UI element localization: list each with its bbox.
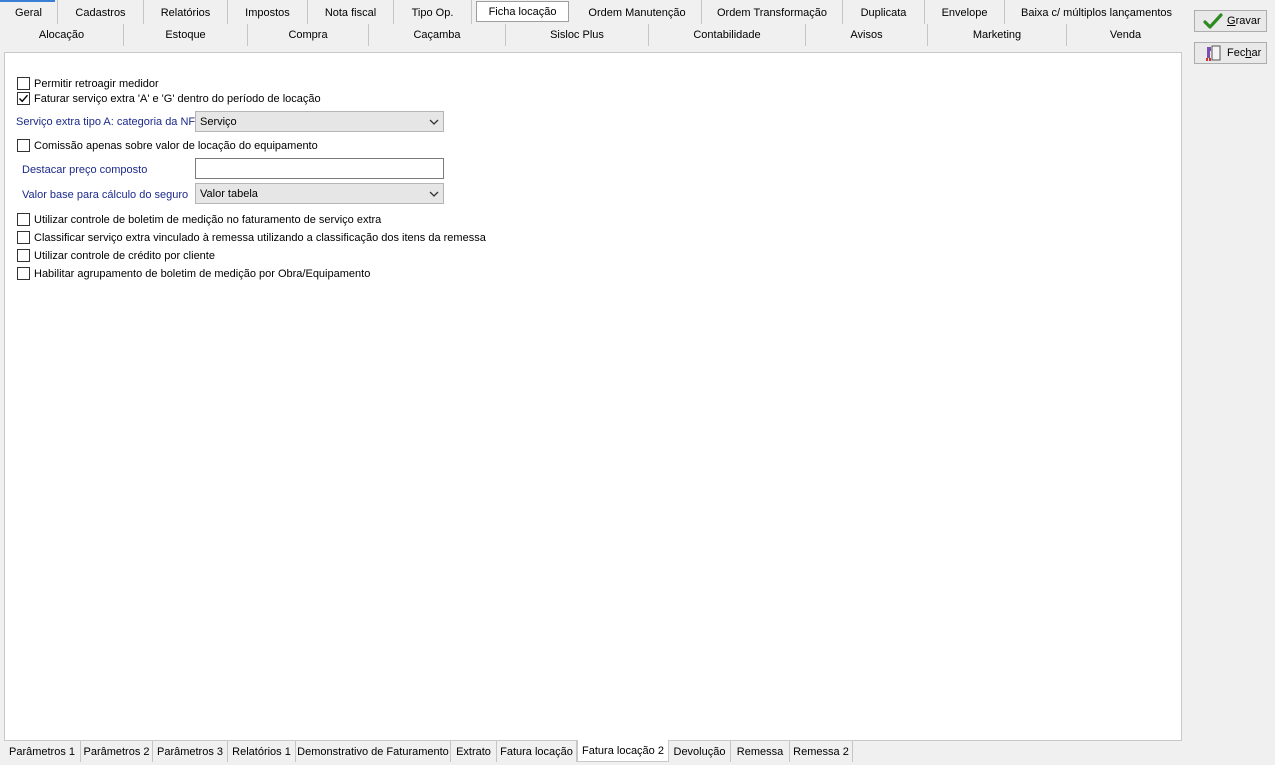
valor-base-select[interactable]: Valor tabela [195, 183, 444, 204]
chevron-down-icon [429, 119, 439, 125]
tab-venda[interactable]: Venda [1067, 24, 1184, 46]
door-exit-icon [1206, 45, 1221, 61]
tab-extrato[interactable]: Extrato [451, 741, 497, 762]
tab-relatorios-1[interactable]: Relatórios 1 [228, 741, 296, 762]
destacar-input[interactable] [195, 158, 444, 179]
tab-remessa-2[interactable]: Remessa 2 [790, 741, 853, 762]
tab-alocacao[interactable]: Alocação [0, 24, 124, 46]
tab-impostos[interactable]: Impostos [228, 0, 308, 24]
checkbox-label: Habilitar agrupamento de boletim de medi… [34, 267, 371, 280]
tab-compra[interactable]: Compra [248, 24, 369, 46]
tab-sisloc-plus[interactable]: Sisloc Plus [506, 24, 649, 46]
tab-parametros-3[interactable]: Parâmetros 3 [153, 741, 228, 762]
checkbox-label: Permitir retroagir medidor [34, 77, 159, 90]
checkbox-label: Utilizar controle de boletim de medição … [34, 213, 382, 226]
select-value: Valor tabela [200, 187, 258, 200]
checkbox-label: Comissão apenas sobre valor de locação d… [34, 139, 318, 152]
tab-estoque[interactable]: Estoque [124, 24, 248, 46]
checkbox-row-credito[interactable]: Utilizar controle de crédito por cliente [17, 249, 215, 262]
tab-ordem-transformacao[interactable]: Ordem Transformação [702, 0, 843, 24]
checkbox-row-faturar-extra[interactable]: Faturar serviço extra 'A' e 'G' dentro d… [17, 92, 321, 105]
tab-cacamba[interactable]: Caçamba [369, 24, 506, 46]
tab-baixa-multiplos[interactable]: Baixa c/ múltiplos lançamentos [1005, 0, 1188, 24]
checkbox-retroagir[interactable] [17, 77, 30, 90]
close-button-label: Fechar [1227, 47, 1262, 59]
tab-fatura-locacao[interactable]: Fatura locação [497, 741, 577, 762]
checkbox-classificar[interactable] [17, 231, 30, 244]
save-button-label: Gravar [1227, 15, 1261, 27]
checkbox-agrupamento[interactable] [17, 267, 30, 280]
servico-extra-select[interactable]: Serviço [195, 111, 444, 132]
tab-fatura-locacao-2[interactable]: Fatura locação 2 [577, 740, 669, 762]
tab-devolucao[interactable]: Devolução [669, 741, 731, 762]
checkbox-label: Faturar serviço extra 'A' e 'G' dentro d… [34, 92, 321, 105]
tab-demonstrativo-faturamento[interactable]: Demonstrativo de Faturamento [296, 741, 451, 762]
bottom-tab-row: Parâmetros 1 Parâmetros 2 Parâmetros 3 R… [4, 740, 853, 762]
tab-duplicata[interactable]: Duplicata [843, 0, 925, 24]
checkbox-row-classificar[interactable]: Classificar serviço extra vinculado à re… [17, 231, 486, 244]
tab-remessa[interactable]: Remessa [731, 741, 790, 762]
checkbox-comissao[interactable] [17, 139, 30, 152]
checkbox-row-retroagir[interactable]: Permitir retroagir medidor [17, 77, 159, 90]
destacar-label: Destacar preço composto [22, 164, 148, 176]
save-button[interactable]: Gravar [1194, 10, 1267, 32]
checkbox-label: Classificar serviço extra vinculado à re… [34, 231, 486, 244]
checkbox-faturar-extra[interactable] [17, 92, 30, 105]
tab-envelope[interactable]: Envelope [925, 0, 1005, 24]
close-button[interactable]: Fechar [1194, 42, 1267, 64]
valor-base-label: Valor base para cálculo do seguro [22, 189, 189, 201]
tab-parametros-1[interactable]: Parâmetros 1 [4, 741, 81, 762]
servico-extra-label: Serviço extra tipo A: categoria da NF [16, 116, 196, 128]
check-icon [1203, 13, 1223, 29]
settings-panel: Permitir retroagir medidor Faturar servi… [4, 52, 1182, 741]
tab-nota-fiscal[interactable]: Nota fiscal [308, 0, 394, 24]
checkbox-row-comissao[interactable]: Comissão apenas sobre valor de locação d… [17, 139, 318, 152]
select-value: Serviço [200, 115, 237, 128]
tab-avisos[interactable]: Avisos [806, 24, 928, 46]
tab-relatorios[interactable]: Relatórios [144, 0, 228, 24]
tab-cadastros[interactable]: Cadastros [58, 0, 144, 24]
tab-ficha-locacao[interactable]: Ficha locação [476, 1, 569, 22]
checkbox-row-boletim[interactable]: Utilizar controle de boletim de medição … [17, 213, 381, 226]
checkmark-icon [18, 94, 29, 103]
tab-parametros-2[interactable]: Parâmetros 2 [81, 741, 153, 762]
top-tab-row-1: Geral Cadastros Relatórios Impostos Nota… [0, 0, 1184, 24]
tab-contabilidade[interactable]: Contabilidade [649, 24, 806, 46]
checkbox-label: Utilizar controle de crédito por cliente [34, 249, 215, 262]
tab-tipo-op[interactable]: Tipo Op. [394, 0, 472, 24]
tab-geral[interactable]: Geral [0, 0, 58, 24]
tab-ordem-manutencao[interactable]: Ordem Manutenção [573, 0, 702, 24]
chevron-down-icon [429, 191, 439, 197]
checkbox-row-agrupamento[interactable]: Habilitar agrupamento de boletim de medi… [17, 267, 370, 280]
checkbox-credito[interactable] [17, 249, 30, 262]
top-tab-row-2: Alocação Estoque Compra Caçamba Sisloc P… [0, 24, 1184, 46]
tab-marketing[interactable]: Marketing [928, 24, 1067, 46]
checkbox-boletim[interactable] [17, 213, 30, 226]
